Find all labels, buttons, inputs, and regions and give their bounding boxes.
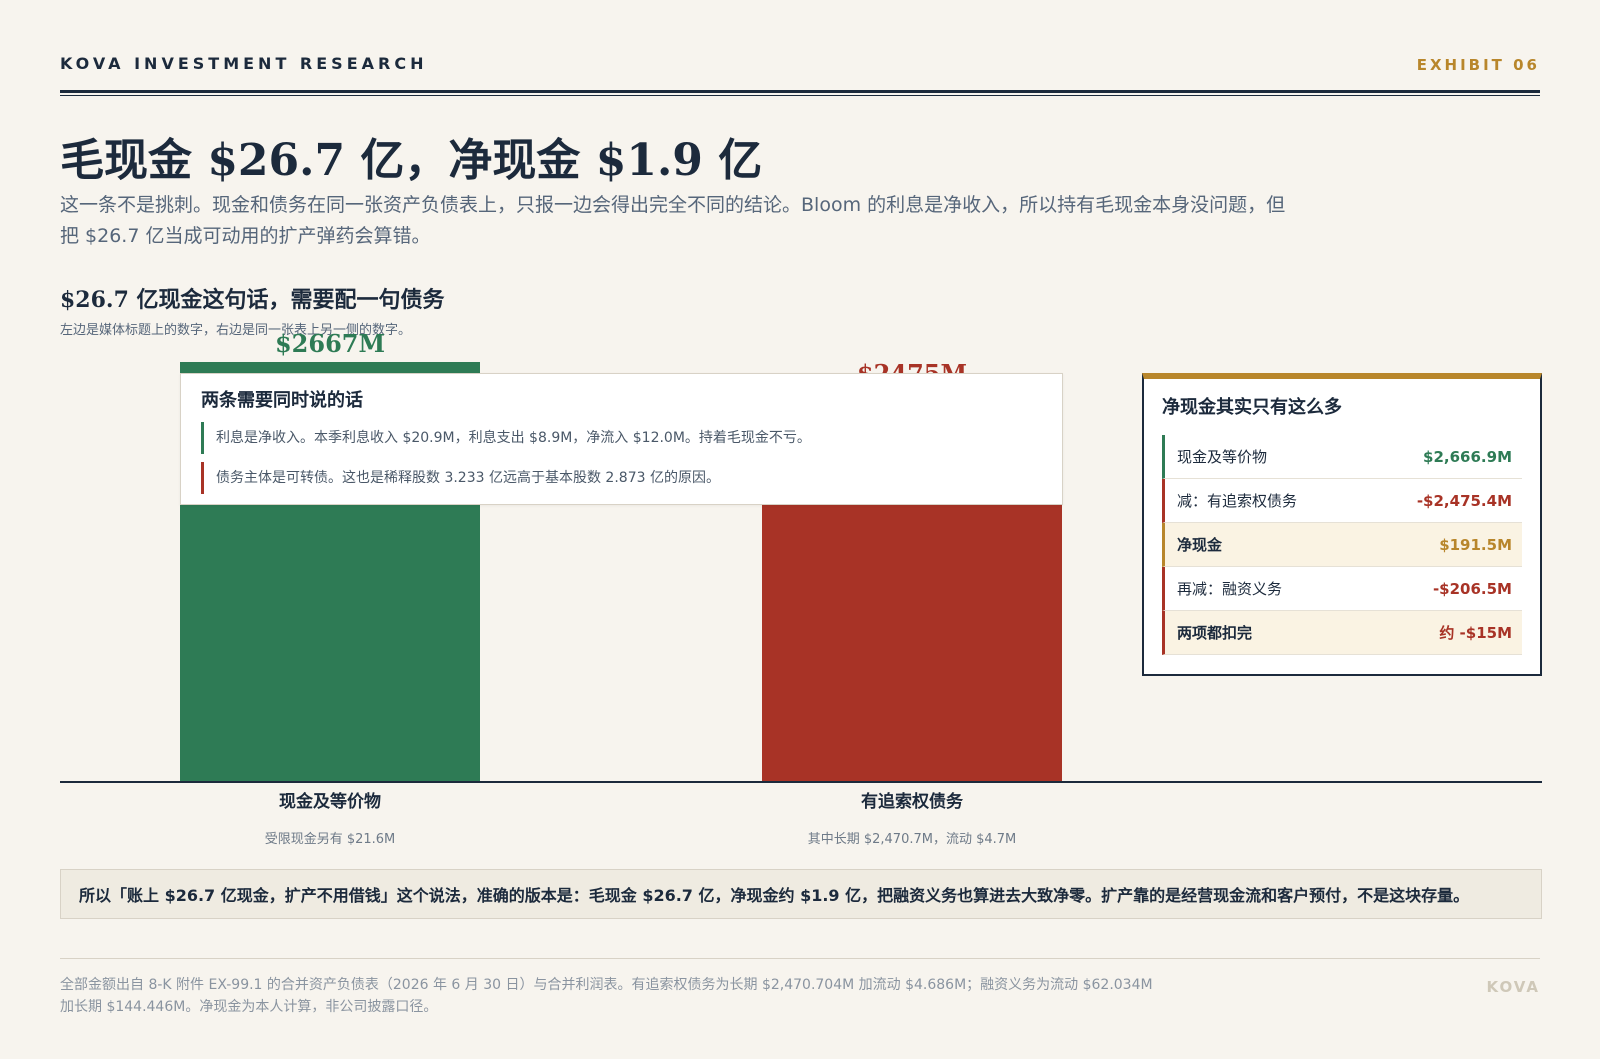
- panel-row-cash: 现金及等价物 $2,666.9M: [1162, 435, 1522, 479]
- panel-title: 净现金其实只有这么多: [1162, 397, 1342, 418]
- panel-row-net-cash: 净现金 $191.5M: [1162, 523, 1522, 567]
- panel-row-value: -$2,475.4M: [1416, 491, 1512, 510]
- category-note-1: 其中长期 $2,470.7M，流动 $4.7M: [808, 832, 1017, 847]
- panel-row-value: 约 -$15M: [1439, 624, 1512, 642]
- footer-rule: [60, 958, 1540, 959]
- callout-item-interest: 利息是净收入。本季利息收入 $20.9M，利息支出 $8.9M，净流入 $12.…: [201, 422, 1042, 454]
- panel-row-label: 减：有追索权债务: [1177, 492, 1298, 510]
- panel-row-value: $191.5M: [1439, 535, 1512, 554]
- callout-title: 两条需要同时说的话: [201, 390, 363, 411]
- panel-row-label: 再减：融资义务: [1177, 580, 1283, 598]
- footnote: 全部金额出自 8-K 附件 EX-99.1 的合并资产负债表（2026 年 6 …: [60, 977, 1153, 1015]
- net-cash-panel: 净现金其实只有这么多 现金及等价物 $2,666.9M 减：有追索权债务 -$2…: [1142, 373, 1542, 676]
- callout-item-convertible: 债务主体是可转债。这也是稀释股数 3.233 亿远高于基本股数 2.873 亿的…: [201, 462, 1042, 494]
- footer-brand: KOVA: [1486, 978, 1540, 996]
- panel-row-recourse-debt: 减：有追索权债务 -$2,475.4M: [1162, 479, 1522, 523]
- panel-row-label: 净现金: [1177, 536, 1223, 554]
- panel-row-label: 现金及等价物: [1177, 448, 1268, 466]
- panel-row-total: 两项都扣完 约 -$15M: [1162, 611, 1522, 655]
- panel-row-value: -$206.5M: [1432, 579, 1512, 598]
- category-label-0: 现金及等价物: [279, 791, 381, 812]
- category-label-1: 有追索权债务: [861, 791, 964, 812]
- category-note-0: 受限现金另有 $21.6M: [265, 831, 396, 847]
- callout-box: 两条需要同时说的话 利息是净收入。本季利息收入 $20.9M，利息支出 $8.9…: [180, 373, 1063, 505]
- bar-value-label-0: $2667M: [275, 329, 385, 358]
- conclusion-box: 所以「账上 $26.7 亿现金，扩产不用借钱」这个说法，准确的版本是：毛现金 $…: [60, 869, 1542, 919]
- panel-row-financing: 再减：融资义务 -$206.5M: [1162, 567, 1522, 611]
- panel-row-value: $2,666.9M: [1423, 447, 1512, 466]
- panel-row-label: 两项都扣完: [1177, 624, 1253, 642]
